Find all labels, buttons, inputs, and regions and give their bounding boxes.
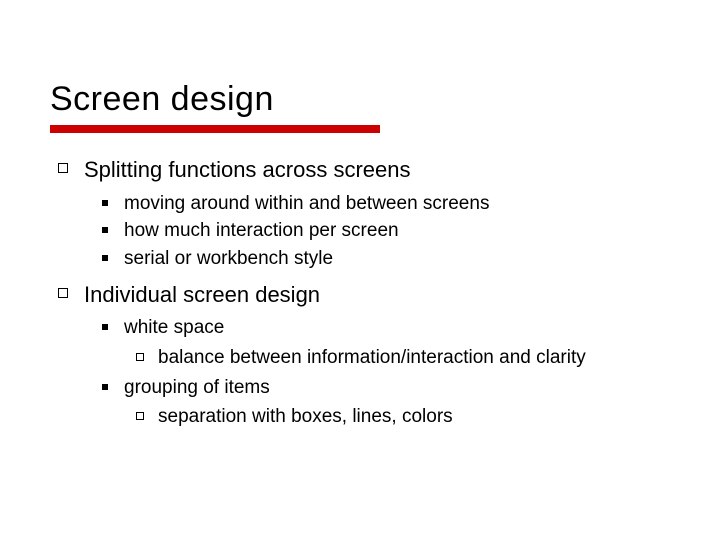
bullet-list-level3: separation with boxes, lines, colors: [124, 404, 670, 430]
list-item: how much interaction per screen: [124, 218, 670, 244]
list-item: white space balance between information/…: [124, 315, 670, 370]
bullet-list-level3: balance between information/interaction …: [124, 345, 670, 371]
list-item-label: how much interaction per screen: [124, 220, 399, 241]
title-underline: [50, 125, 380, 133]
list-item-label: grouping of items: [124, 377, 270, 398]
list-item-label: serial or workbench style: [124, 248, 333, 269]
slide-title: Screen design: [50, 80, 670, 119]
list-item-label: Splitting functions across screens: [84, 157, 411, 182]
bullet-list-level2: white space balance between information/…: [84, 315, 670, 430]
list-item: grouping of items separation with boxes,…: [124, 375, 670, 430]
list-item-label: moving around within and between screens: [124, 193, 489, 214]
bullet-list-level1: Splitting functions across screens movin…: [50, 155, 670, 430]
slide: Screen design Splitting functions across…: [0, 0, 720, 540]
list-item: Individual screen design white space bal…: [84, 280, 670, 430]
bullet-list-level2: moving around within and between screens…: [84, 191, 670, 272]
list-item: moving around within and between screens: [124, 191, 670, 217]
list-item-label: balance between information/interaction …: [158, 347, 586, 368]
list-item-label: Individual screen design: [84, 282, 320, 307]
list-item: serial or workbench style: [124, 246, 670, 272]
list-item: balance between information/interaction …: [158, 345, 670, 371]
list-item-label: white space: [124, 317, 224, 338]
list-item-label: separation with boxes, lines, colors: [158, 406, 453, 427]
list-item: Splitting functions across screens movin…: [84, 155, 670, 272]
list-item: separation with boxes, lines, colors: [158, 404, 670, 430]
